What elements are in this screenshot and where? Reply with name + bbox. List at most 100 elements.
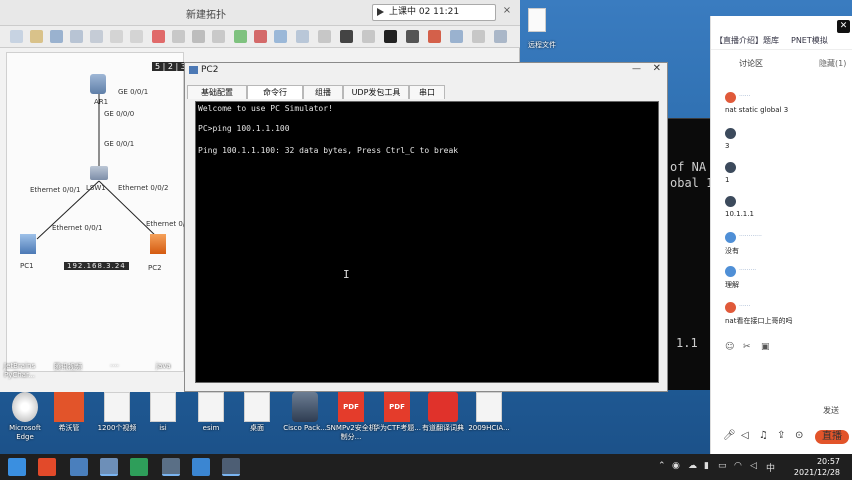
- capture-icon[interactable]: [274, 30, 287, 43]
- topo-icon[interactable]: [318, 30, 331, 43]
- network-icon[interactable]: ◉: [672, 461, 680, 471]
- desktop-label-3[interactable]: ····: [110, 362, 119, 370]
- tab-multicast[interactable]: 组播: [303, 85, 343, 99]
- console-icon[interactable]: [340, 30, 353, 43]
- avatar: [725, 162, 736, 173]
- desktop-icon-file[interactable]: 2009HCIA...: [464, 392, 514, 433]
- taskbar-app-icon[interactable]: [192, 458, 210, 476]
- desktop-icon-pdf[interactable]: PDF SNMPv2安全机制分...: [326, 392, 376, 442]
- switch-lsw1[interactable]: [90, 166, 108, 180]
- close-icon[interactable]: ×: [500, 4, 514, 18]
- ar1-ge001-label: GE 0/0/1: [118, 88, 149, 96]
- close-icon[interactable]: ✕: [837, 20, 850, 33]
- battery-icon[interactable]: ▭: [718, 461, 727, 471]
- share-icon[interactable]: ⇪: [777, 430, 785, 441]
- pc2-device[interactable]: [150, 234, 166, 254]
- tab-basic-config[interactable]: 基础配置: [187, 85, 247, 99]
- chat-tab-pnet[interactable]: PNET模拟: [791, 35, 828, 46]
- desktop-file-icon[interactable]: [528, 8, 546, 32]
- tab-udp-tool[interactable]: UDP发包工具: [343, 85, 409, 99]
- new-icon[interactable]: [10, 30, 23, 43]
- menu-icon[interactable]: [494, 30, 507, 43]
- taskbar-clock[interactable]: 20:57 2021/12/28: [784, 456, 840, 478]
- desktop-icon-file[interactable]: isi: [138, 392, 188, 433]
- pc1-device[interactable]: [20, 234, 36, 254]
- desktop-icon-file[interactable]: 1200个视频: [92, 392, 142, 433]
- text-cursor-icon: I: [343, 268, 350, 281]
- text-icon[interactable]: [192, 30, 205, 43]
- music-icon[interactable]: ♫: [759, 430, 768, 441]
- command-terminal[interactable]: Welcome to use PC Simulator! PC>ping 100…: [195, 101, 659, 383]
- more-icon[interactable]: ⊙: [795, 430, 803, 441]
- settings-icon[interactable]: [362, 30, 375, 43]
- taskbar-app-icon[interactable]: [70, 458, 88, 476]
- desktop-icon-label: isi: [159, 424, 167, 432]
- help-icon[interactable]: [450, 30, 463, 43]
- chevron-up-icon[interactable]: ⌃: [658, 461, 666, 471]
- desktop-icon-file[interactable]: esim: [186, 392, 236, 433]
- volume-icon[interactable]: ◁: [741, 430, 749, 441]
- tab-serial[interactable]: 串口: [409, 85, 445, 99]
- recording-indicator[interactable]: 上课中 02 11:21: [372, 4, 496, 21]
- grid-icon[interactable]: [296, 30, 309, 43]
- taskbar-app-icon[interactable]: [38, 458, 56, 476]
- delete-icon[interactable]: [152, 30, 165, 43]
- start-icon[interactable]: [234, 30, 247, 43]
- msg-text: 1: [725, 176, 730, 184]
- saveas-icon[interactable]: [70, 30, 83, 43]
- live-button[interactable]: 直播: [815, 430, 849, 444]
- speaker-icon[interactable]: ◁: [750, 461, 757, 471]
- lsw1-label: LSW1: [86, 184, 106, 192]
- desktop-label-tencent[interactable]: 腾讯视频: [54, 362, 82, 372]
- cloud-icon[interactable]: ☁: [688, 461, 697, 471]
- desktop-label-java[interactable]: java: [156, 362, 171, 370]
- chat-tab-intro[interactable]: 【直播介绍】: [715, 35, 763, 46]
- taskbar-app-icon[interactable]: [100, 458, 118, 476]
- desktop-icon-cisco[interactable]: Cisco Pack...: [280, 392, 330, 433]
- desktop-file-label: 远程文件: [528, 41, 556, 49]
- pdf-icon: PDF: [338, 392, 364, 422]
- print-icon[interactable]: [90, 30, 103, 43]
- undo-icon[interactable]: [110, 30, 123, 43]
- desktop-label-jetbrains[interactable]: JetBrains PyChar...: [4, 362, 44, 380]
- router-ar1[interactable]: [90, 74, 106, 94]
- desktop-icon-youdao[interactable]: 有道翻译词典: [418, 392, 468, 433]
- avatar: [725, 232, 736, 243]
- windows-start-icon[interactable]: [8, 458, 26, 476]
- redo-icon[interactable]: [130, 30, 143, 43]
- hide-link[interactable]: 隐藏(1): [819, 58, 846, 69]
- ime-icon[interactable]: 中: [766, 461, 775, 474]
- chat-tab-quiz[interactable]: 题库: [763, 35, 779, 46]
- minimize-icon[interactable]: —: [632, 64, 641, 74]
- taskbar-app-icon[interactable]: [162, 458, 180, 476]
- ar1-label: AR1: [94, 98, 109, 106]
- screen-icon[interactable]: [384, 30, 397, 43]
- desktop-icon-pdf[interactable]: PDF 华为CTF考题...: [372, 392, 422, 433]
- mic-icon[interactable]: 🎤︎: [723, 430, 736, 441]
- emoji-icon[interactable]: ☺: [725, 342, 734, 352]
- record-icon[interactable]: [406, 30, 419, 43]
- send-button[interactable]: 发送: [823, 405, 839, 416]
- huawei-icon[interactable]: [428, 30, 441, 43]
- shape-icon[interactable]: [212, 30, 225, 43]
- close-icon[interactable]: ✕: [653, 63, 661, 74]
- tab-command-line[interactable]: 命令行: [247, 85, 303, 99]
- bg-text-2: obal 1: [670, 176, 714, 190]
- file-icon: [150, 392, 176, 422]
- stop-icon[interactable]: [254, 30, 267, 43]
- about-icon[interactable]: [472, 30, 485, 43]
- desktop-icon-edge[interactable]: Microsoft Edge: [0, 392, 50, 442]
- desktop-icon-app[interactable]: 希沃管: [44, 392, 94, 433]
- mic-icon[interactable]: ▮: [704, 461, 709, 471]
- wifi-icon[interactable]: ◠: [734, 461, 742, 471]
- select-icon[interactable]: [172, 30, 185, 43]
- desktop-icon-label: 2009HCIA...: [468, 424, 510, 432]
- desktop-icon-file[interactable]: 桌面: [232, 392, 282, 433]
- taskbar-app-icon[interactable]: [130, 458, 148, 476]
- chat-bottom-bar: 🎤︎ ◁ ♫ ⇪ ⊙ 直播: [723, 430, 851, 446]
- save-icon[interactable]: [50, 30, 63, 43]
- image-icon[interactable]: ▣: [761, 342, 770, 352]
- open-icon[interactable]: [30, 30, 43, 43]
- taskbar-app-icon[interactable]: [222, 458, 240, 476]
- scissors-icon[interactable]: ✂: [743, 342, 751, 352]
